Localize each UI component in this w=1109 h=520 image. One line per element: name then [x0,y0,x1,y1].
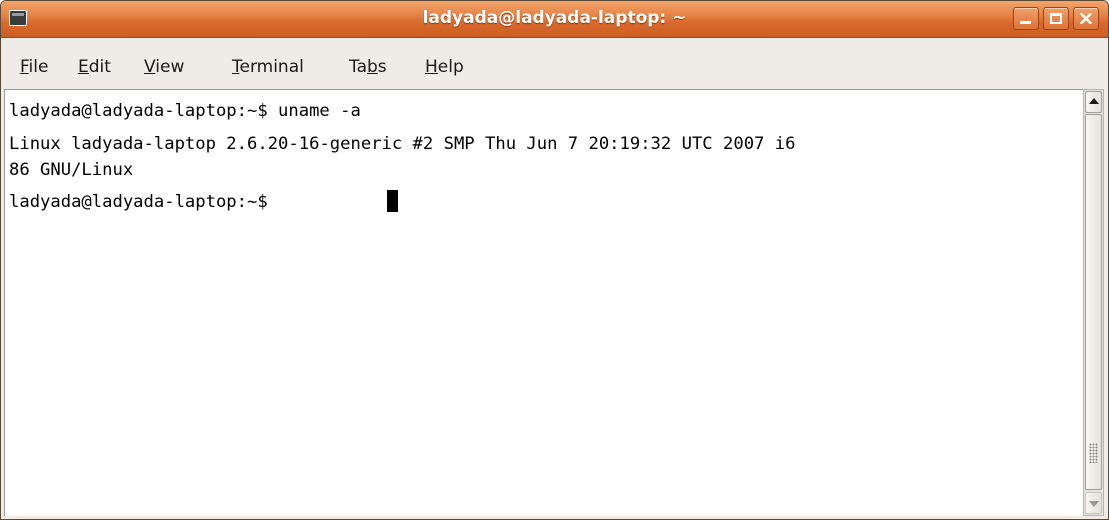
menu-view-rest: iew [155,57,185,77]
scroll-up-button[interactable] [1085,91,1102,113]
menu-terminal[interactable]: Terminal [232,57,304,77]
window-title: ladyada@ladyada-laptop: ~ [422,8,687,28]
menu-edit-rest: dit [88,57,111,77]
menu-tabs-pre: Ta [349,57,367,77]
vertical-scrollbar[interactable] [1083,89,1104,516]
menu-edit[interactable]: Edit [78,57,111,77]
scroll-down-button[interactable] [1085,492,1102,514]
scrollbar-thumb[interactable] [1085,114,1102,490]
menu-tabs-rest: s [377,57,387,77]
terminal-line-prompt-2: ladyada@ladyada-laptop:~$ [9,192,279,212]
menu-help-rest: elp [437,57,464,77]
terminal-output[interactable]: ladyada@ladyada-laptop:~$ uname -a Linux… [4,89,1083,516]
minimize-button[interactable] [1013,7,1039,30]
arrow-up-icon [1089,98,1099,104]
title-bar[interactable]: ladyada@ladyada-laptop: ~ [1,1,1108,38]
menu-help[interactable]: Help [425,57,464,77]
close-button[interactable] [1073,7,1099,30]
menu-bar: File Edit View Terminal Tabs Help [1,38,1108,90]
text-cursor [387,190,398,212]
menu-tabs[interactable]: Tabs [349,57,387,77]
arrow-down-icon [1089,501,1099,507]
terminal-window: ladyada@ladyada-laptop: ~ File Edit View… [0,0,1109,520]
minimize-icon [1020,13,1032,24]
maximize-button[interactable] [1043,7,1069,30]
terminal-line-output-1: Linux ladyada-laptop 2.6.20-16-generic #… [9,134,796,154]
terminal-line-output-2: 86 GNU/Linux [9,160,134,180]
menu-view[interactable]: View [144,57,184,77]
terminal-line-prompt-1: ladyada@ladyada-laptop:~$ uname -a [9,101,361,121]
menu-terminal-rest: erminal [239,57,304,77]
menu-file-rest: ile [28,57,49,77]
close-icon [1080,13,1092,24]
maximize-icon [1050,13,1062,24]
grip-icon [1089,443,1098,463]
menu-file[interactable]: File [20,57,48,77]
